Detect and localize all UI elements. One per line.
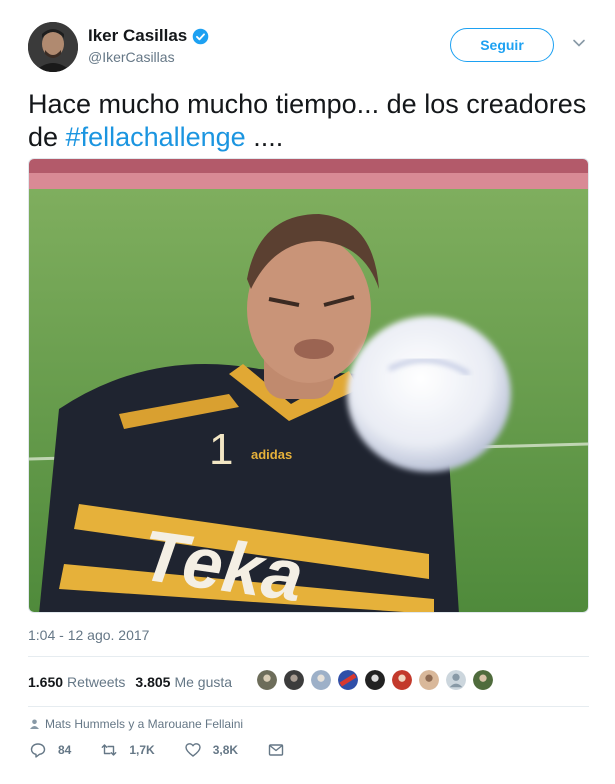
author-info: Iker Casillas @IkerCasillas	[88, 26, 209, 65]
liker-avatars	[256, 669, 494, 691]
shirt-number: 1	[209, 425, 233, 474]
liker-avatar[interactable]	[283, 669, 305, 691]
liker-avatar[interactable]	[337, 669, 359, 691]
reply-button[interactable]: 84	[30, 742, 71, 758]
likes-label[interactable]: Me gusta	[174, 674, 232, 690]
like-button[interactable]: 3,8K	[185, 742, 238, 758]
avatar[interactable]	[28, 22, 78, 72]
likes-count[interactable]: 3.805	[135, 674, 170, 690]
verified-badge-icon	[192, 28, 209, 45]
tweet-text-tail: ....	[245, 122, 284, 152]
reply-icon	[30, 743, 46, 758]
tweet-text: Hace mucho mucho tiempo... de los creado…	[28, 88, 592, 154]
hashtag-link[interactable]: #fellachallenge	[66, 122, 246, 152]
display-name[interactable]: Iker Casillas	[88, 26, 187, 46]
follow-button[interactable]: Seguir	[450, 28, 554, 62]
divider	[28, 706, 589, 707]
tweet-actions: 84 1,7K 3,8K	[30, 742, 314, 758]
liker-avatar[interactable]	[445, 669, 467, 691]
envelope-icon	[268, 744, 284, 756]
reply-count: 84	[58, 743, 72, 757]
retweets-count[interactable]: 1.650	[28, 674, 63, 690]
liker-avatar[interactable]	[418, 669, 440, 691]
person-icon	[30, 719, 39, 729]
heart-icon	[185, 743, 201, 757]
divider	[28, 656, 589, 657]
retweets-label[interactable]: Retweets	[67, 674, 125, 690]
direct-message-button[interactable]	[268, 742, 284, 758]
liker-avatar[interactable]	[391, 669, 413, 691]
chevron-down-icon[interactable]	[572, 36, 586, 50]
liker-avatar[interactable]	[310, 669, 332, 691]
author-handle[interactable]: @IkerCasillas	[88, 49, 209, 65]
like-count: 3,8K	[212, 743, 239, 757]
shirt-brand: adidas	[251, 447, 292, 462]
retweet-count: 1,7K	[129, 743, 155, 757]
engagement-stats: 1.650 Retweets 3.805 Me gusta	[28, 668, 242, 696]
reply-context: Mats Hummels y a Marouane Fellaini	[30, 717, 243, 731]
liker-avatar[interactable]	[472, 669, 494, 691]
tweet-timestamp[interactable]: 1:04 - 12 ago. 2017	[28, 627, 149, 643]
reply-context-text[interactable]: Mats Hummels y a Marouane Fellaini	[45, 717, 243, 731]
retweet-icon	[101, 744, 117, 756]
retweet-button[interactable]: 1,7K	[101, 742, 155, 758]
liker-avatar[interactable]	[256, 669, 278, 691]
liker-avatar[interactable]	[364, 669, 386, 691]
tweet-header: Iker Casillas @IkerCasillas Seguir	[28, 22, 592, 74]
tweet-photo[interactable]: 1 adidas Teka	[28, 158, 589, 613]
